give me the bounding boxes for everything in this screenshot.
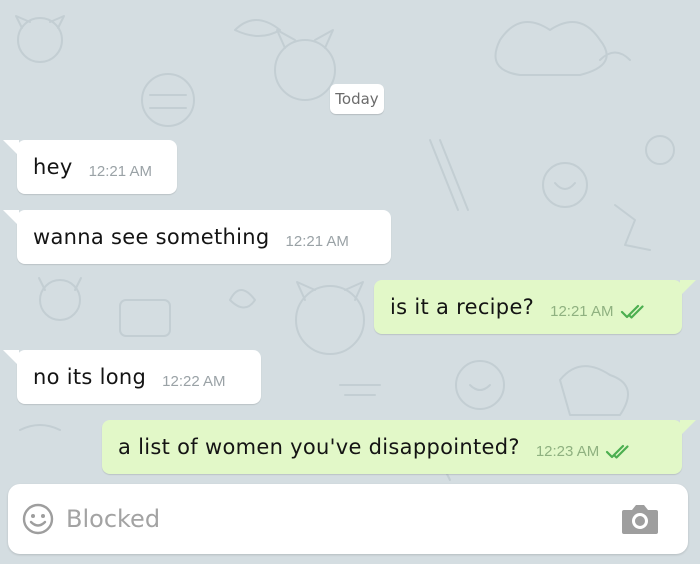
message-bubble-incoming[interactable]: wanna see something 12:21 AM	[3, 210, 391, 264]
message-timestamp: 12:23 AM	[535, 442, 600, 460]
message-text: a list of women you've disappointed?	[118, 435, 520, 459]
message-text: hey	[33, 155, 73, 179]
message-text: wanna see something	[33, 225, 270, 249]
message-bubble-incoming[interactable]: hey 12:21 AM	[3, 140, 177, 194]
message-input[interactable]	[66, 499, 586, 539]
camera-icon[interactable]	[620, 502, 660, 536]
message-timestamp: 12:22 AM	[162, 372, 226, 390]
message-timestamp: 12:21 AM	[285, 232, 349, 250]
message-text: no its long	[33, 365, 147, 389]
date-chip: Today	[330, 84, 384, 114]
message-composer	[8, 484, 688, 554]
message-bubble-incoming[interactable]: no its long 12:22 AM	[3, 350, 261, 404]
message-text: is it a recipe?	[390, 295, 535, 319]
message-timestamp: 12:21 AM	[550, 302, 614, 320]
read-ticks-icon	[606, 444, 629, 459]
message-timestamp: 12:21 AM	[88, 162, 152, 180]
message-bubble-outgoing[interactable]: a list of women you've disappointed? 12:…	[102, 420, 696, 474]
message-bubble-outgoing[interactable]: is it a recipe? 12:21 AM	[374, 280, 696, 334]
date-chip-label: Today	[335, 90, 379, 108]
smiley-icon[interactable]	[22, 503, 54, 535]
read-ticks-icon	[620, 304, 644, 319]
